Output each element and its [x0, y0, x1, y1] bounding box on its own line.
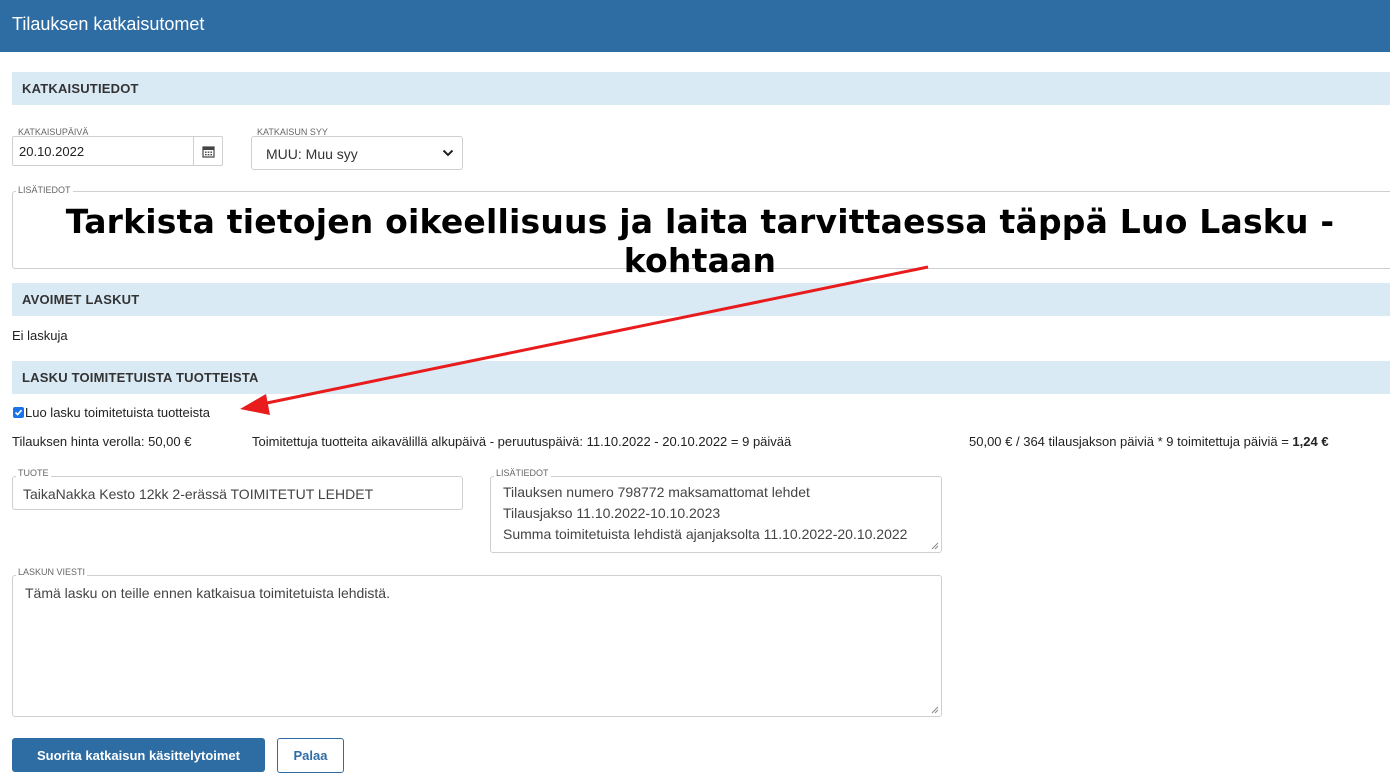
resize-handle-icon[interactable] [931, 542, 939, 550]
calendar-icon [201, 145, 215, 158]
notes-line: Summa toimitetuista lehdistä ajanjaksolt… [503, 526, 908, 542]
notes-line: Tilausjakso 11.10.2022-10.10.2023 [503, 505, 721, 521]
section-header-katkaisutiedot: KATKAISUTIEDOT [12, 72, 1390, 105]
product-value: TaikaNakka Kesto 12kk 2-erässä TOIMITETU… [23, 486, 374, 502]
section-title: AVOIMET LASKUT [22, 292, 140, 307]
delivery-period-text: Toimitettuja tuotteita aikavälillä alkup… [252, 434, 792, 449]
invoice-notes-label: LISÄTIEDOT [494, 468, 551, 478]
top-bar: Tilauksen katkaisutomet [0, 0, 1390, 52]
section-title: LASKU TOIMITETUISTA TUOTTEISTA [22, 370, 259, 385]
create-invoice-label[interactable]: Luo lasku toimitetuista tuotteista [25, 405, 210, 420]
cutoff-date-input[interactable]: 20.10.2022 [12, 136, 194, 166]
invoice-notes-textarea[interactable]: Tilauksen numero 798772 maksamattomat le… [490, 476, 942, 553]
cutoff-reason-value: MUU: Muu syy [266, 146, 358, 162]
invoice-calculation-formula: 50,00 € / 364 tilausjakson päiviä * 9 to… [969, 434, 1293, 449]
checkmark-icon [14, 409, 23, 416]
product-label: TUOTE [16, 468, 51, 478]
cutoff-extra-info-label: LISÄTIEDOT [16, 185, 73, 195]
calendar-button[interactable] [193, 136, 223, 166]
invoice-calculation-result: 1,24 € [1292, 434, 1329, 449]
back-button[interactable]: Palaa [277, 738, 344, 773]
no-invoices-text: Ei laskuja [12, 328, 68, 343]
notes-line: Tilauksen numero 798772 maksamattomat le… [503, 484, 810, 500]
invoice-calculation: 50,00 € / 364 tilausjakson päiviä * 9 to… [969, 434, 1329, 449]
section-header-avoimet-laskut: AVOIMET LASKUT [12, 283, 1390, 316]
submit-cutoff-button[interactable]: Suorita katkaisun käsittelytoimet [12, 738, 265, 772]
section-header-lasku-toimitetuista: LASKU TOIMITETUISTA TUOTTEISTA [12, 361, 1390, 394]
invoice-message-value: Tämä lasku on teille ennen katkaisua toi… [25, 585, 390, 601]
create-invoice-checkbox[interactable] [13, 407, 24, 418]
product-input[interactable]: TaikaNakka Kesto 12kk 2-erässä TOIMITETU… [12, 476, 463, 510]
chevron-down-icon [442, 149, 454, 157]
annotation-callout: Tarkista tietojen oikeellisuus ja laita … [65, 202, 1335, 280]
invoice-message-label: LASKUN VIESTI [16, 567, 88, 577]
cutoff-reason-select[interactable]: MUU: Muu syy [251, 136, 463, 170]
invoice-message-textarea[interactable]: Tämä lasku on teille ennen katkaisua toi… [12, 575, 942, 717]
section-title: KATKAISUTIEDOT [22, 81, 139, 96]
resize-handle-icon[interactable] [931, 706, 939, 714]
order-price-text: Tilauksen hinta verolla: 50,00 € [12, 434, 192, 449]
page-title: Tilauksen katkaisutomet [12, 14, 205, 34]
